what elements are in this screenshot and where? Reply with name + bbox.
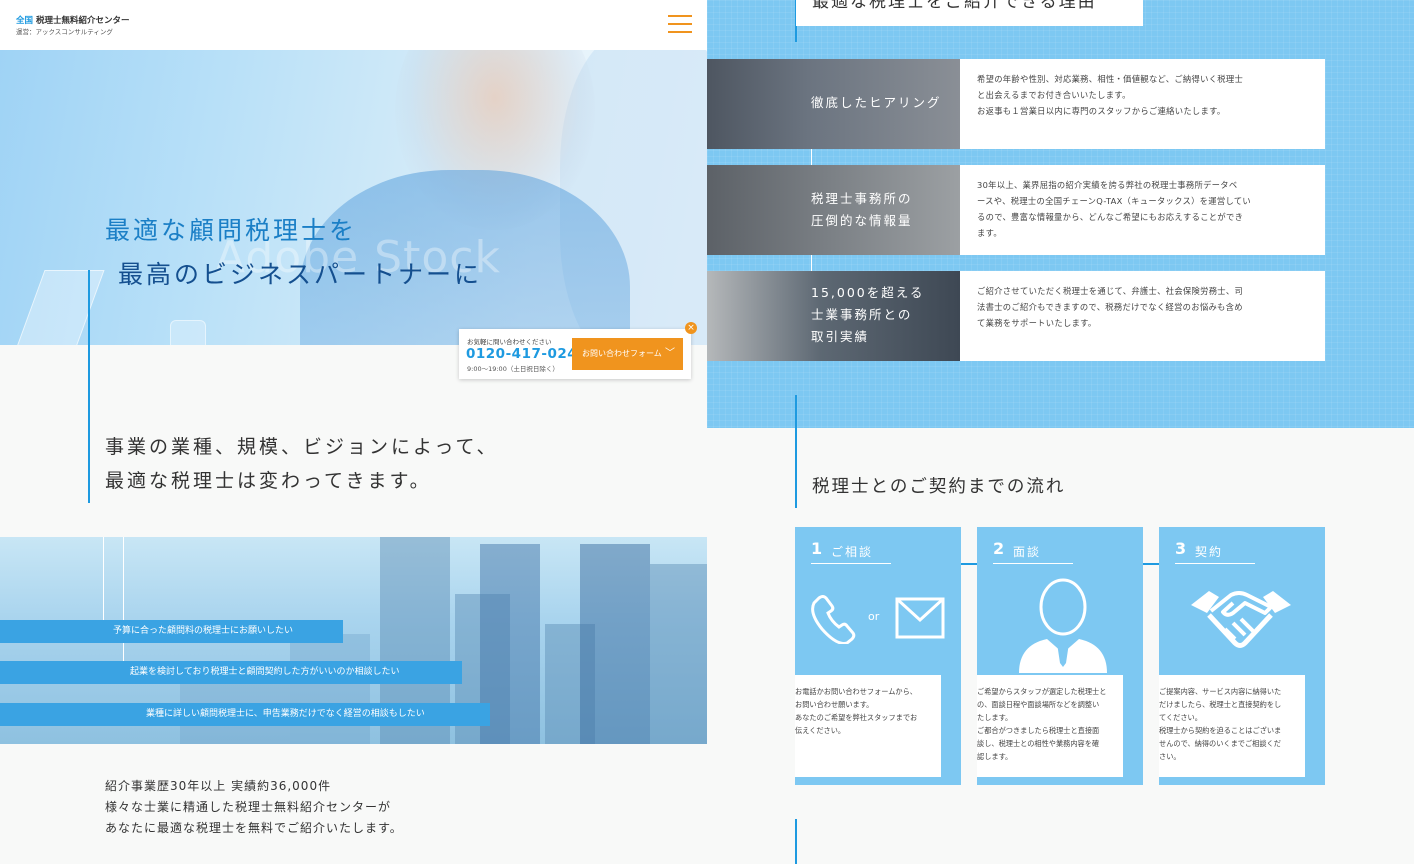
reason-image: 税理士事務所の 圧倒的な情報量 (707, 165, 960, 255)
handshake-icon (1191, 591, 1291, 648)
reason-label: 徹底したヒアリング (811, 95, 942, 110)
need-item: 業種に詳しい顧問税理士に、申告業務だけでなく経営の相談もしたい (0, 703, 490, 726)
intro-line1: 紹介事業歴30年以上 実績約36,000件 (105, 779, 332, 793)
hero-image: Adobe Stock 最適な顧問税理士を 最高のビジネスパートナーに ◀◀ ▶… (0, 50, 707, 345)
reason-image: 徹底したヒアリング (707, 59, 960, 149)
hamburger-icon[interactable] (668, 15, 692, 33)
step-label: ご相談 (831, 545, 874, 559)
phone-or-mail-icon (811, 595, 945, 644)
step-text: ご希望からスタッフが選定した税理士と の、面談日程や面談場所などを調整い たしま… (977, 675, 1123, 777)
right-column: 最適な税理士をご紹介できる理由 徹底したヒアリング 希望の年齢や性別、対応業務、… (707, 0, 1414, 864)
intro-line3: あなたに最適な税理士を無料でご紹介いたします。 (105, 821, 403, 835)
reasons-section: 最適な税理士をご紹介できる理由 徹底したヒアリング 希望の年齢や性別、対応業務、… (707, 0, 1414, 428)
reason-text: 30年以上、業界屈指の紹介実績を誇る弊社の税理士事務所データベ ースや、税理士の… (960, 165, 1325, 255)
step-number: 2 (993, 539, 1005, 558)
step-label: 面談 (1013, 545, 1042, 559)
reason-text: 希望の年齢や性別、対応業務、相性・価値観など、ご納得いく税理士 と出会えるまでお… (960, 59, 1325, 149)
contact-form-label: お問い合わせフォーム (582, 349, 662, 358)
site-header: 全国 税理士無料紹介センター 運営：アックスコンサルティング (0, 0, 707, 50)
step-text: お電話かお問い合わせフォームから、 お問い合わせ願います。 あなたのご希望を弊社… (795, 675, 941, 777)
step-label: 契約 (1195, 545, 1224, 559)
logo-name: 税理士無料紹介センター (36, 16, 130, 26)
reason-text: ご紹介させていただく税理士を通じて、弁護士、社会保険労務士、司 法書士のご紹介も… (960, 271, 1325, 361)
reason-item: 15,000を超える 士業事務所との 取引実績 ご紹介させていただく税理士を通じ… (707, 271, 1325, 361)
lead-text: 事業の業種、規模、ビジョンによって、 最適な税理士は変わってきます。 (105, 430, 499, 498)
lead-line2: 最適な税理士は変わってきます。 (105, 470, 432, 492)
reason-item: 税理士事務所の 圧倒的な情報量 30年以上、業界屈指の紹介実績を誇る弊社の税理士… (707, 165, 1325, 255)
logo-accent: 全国 (16, 16, 34, 26)
site-logo[interactable]: 全国 税理士無料紹介センター (16, 14, 130, 26)
hero-title-line1: 最適な顧問税理士を (105, 216, 358, 245)
flow-step: 1 ご相談 or お電話かお問い合わせフォームから、 お問い合わせ願います。 あ… (795, 527, 961, 785)
flow-title: 税理士とのご契約までの流れ (812, 477, 1066, 497)
logo-subtitle: 運営：アックスコンサルティング (16, 28, 113, 36)
contact-form-button[interactable]: お問い合わせフォーム ﹀ (572, 338, 683, 370)
step-number: 1 (811, 539, 823, 558)
flow-step: 2 面談 ご希望からスタッフが選定した税理士と の、面談日程や面談場所などを調整… (977, 527, 1143, 785)
reason-item: 徹底したヒアリング 希望の年齢や性別、対応業務、相性・価値観など、ご納得いく税理… (707, 59, 1325, 149)
or-text: or (868, 610, 880, 623)
lead-line1: 事業の業種、規模、ビジョンによって、 (105, 436, 499, 458)
left-column: 全国 税理士無料紹介センター 運営：アックスコンサルティング Adobe Stoc… (0, 0, 707, 864)
phone-number[interactable]: 0120-417-024 (466, 346, 577, 362)
need-item: 起業を検討しており税理士と顧問契約した方がいいのか相談したい (0, 661, 462, 684)
need-item: 予算に合った顧問料の税理士にお願いしたい (0, 620, 343, 643)
chevron-down-icon: ﹀ (665, 348, 675, 359)
hero-title-line2: 最高のビジネスパートナーに (118, 260, 483, 289)
contact-widget: お気軽に問い合わせください 0120-417-024 9:00〜19:00（土日… (459, 329, 691, 379)
intro-line2: 様々な士業に精通した税理士無料紹介センターが (105, 800, 392, 814)
person-icon (1019, 578, 1107, 673)
step-text: ご提案内容、サービス内容に納得いた だけましたら、税理士と直接契約をし てくださ… (1159, 675, 1305, 777)
reasons-title: 最適な税理士をご紹介できる理由 (796, 0, 1143, 26)
step-number: 3 (1175, 539, 1187, 558)
reason-image: 15,000を超える 士業事務所との 取引実績 (707, 271, 960, 361)
flow-step: 3 契約 ご提案内容、サービス内容に納得いた だけましたら、税理士と直接契約をし… (1159, 527, 1325, 785)
close-icon[interactable]: × (685, 322, 697, 334)
accent-line (88, 270, 90, 503)
accent-line (795, 819, 797, 864)
reason-label: 税理士事務所の 圧倒的な情報量 (811, 191, 913, 228)
accent-line (795, 395, 797, 508)
intro-text: 紹介事業歴30年以上 実績約36,000件 様々な士業に精通した税理士無料紹介セ… (105, 776, 403, 839)
reason-label: 15,000を超える 士業事務所との 取引実績 (811, 285, 925, 344)
business-hours: 9:00〜19:00（土日祝日除く） (467, 365, 559, 373)
city-image: 予算に合った顧問料の税理士にお願いしたい 起業を検討しており税理士と顧問契約した… (0, 537, 707, 744)
contact-label: お気軽に問い合わせください (467, 338, 552, 346)
